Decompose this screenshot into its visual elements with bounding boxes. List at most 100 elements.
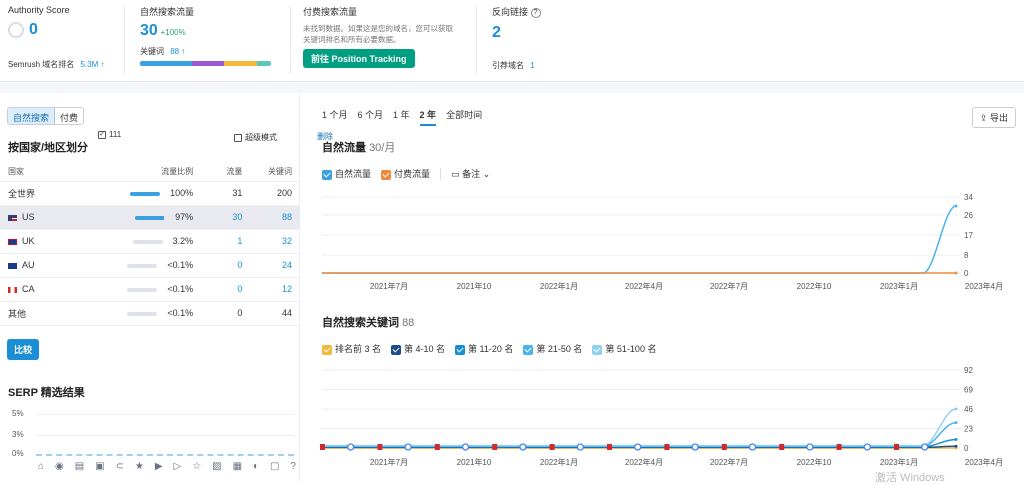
table-header: 国家 流量比例 流量 关键词 xyxy=(0,163,300,182)
note-flag-icon xyxy=(320,444,325,450)
row-traffic[interactable]: 30 xyxy=(193,205,243,230)
legend-organic[interactable]: 自然流量 xyxy=(322,167,371,180)
knowledge-panel-icon[interactable]: ⌂ xyxy=(38,461,44,472)
video-carousel-icon[interactable]: ▷ xyxy=(174,461,182,472)
x-tick-label: 2021年7月 xyxy=(370,281,408,291)
tab-2-years[interactable]: 2 年 xyxy=(419,108,437,126)
jobs-icon[interactable]: ▦ xyxy=(233,461,242,472)
row-share: <0.1% xyxy=(167,260,194,270)
notes-dropdown[interactable]: ▭ 备注 ⌄ xyxy=(451,167,490,180)
checkbox-111[interactable]: ✓ 111 xyxy=(98,130,121,139)
semrush-rank-value[interactable]: 5.3M xyxy=(80,60,98,69)
x-tick-label: 2023年4月 xyxy=(965,281,1003,291)
super-mode-toggle[interactable]: 超级模式 xyxy=(234,132,277,143)
y-tick-label: 46 xyxy=(964,405,973,414)
keyword-distribution-bar xyxy=(140,61,271,66)
featured-video-icon[interactable]: ☆ xyxy=(192,461,201,472)
sitelinks-icon[interactable]: ⊂ xyxy=(116,461,124,472)
table-row[interactable]: US 97% 30 88 xyxy=(0,205,300,230)
keywords-value[interactable]: 88 xyxy=(170,47,179,56)
left-panel: 自然搜索 付费 ✓ 111 按国家/地区划分 超级模式 国家 流量比例 流量 关键… xyxy=(0,93,300,482)
country-table: 国家 流量比例 流量 关键词 全世界 100% 31 200 US 97% 30… xyxy=(0,163,300,326)
col-traffic[interactable]: 流量 xyxy=(193,163,243,182)
tab-paid[interactable]: 付费 xyxy=(55,108,83,124)
row-country: US xyxy=(22,212,35,222)
table-row[interactable]: 全世界 100% 31 200 xyxy=(0,181,300,206)
tab-1-month[interactable]: 1 个月 xyxy=(322,108,348,126)
row-traffic[interactable]: 0 xyxy=(193,253,243,278)
referring-domains-value[interactable]: 1 xyxy=(530,61,534,70)
row-keywords[interactable]: 88 xyxy=(242,205,300,230)
legend-paid-label: 付费流量 xyxy=(394,169,431,179)
legend-21-50[interactable]: 第 21-50 名 xyxy=(523,342,582,355)
row-keywords[interactable]: 12 xyxy=(242,277,300,302)
row-traffic[interactable]: 0 xyxy=(193,277,243,302)
col-keywords[interactable]: 关键词 xyxy=(242,163,300,182)
table-row[interactable]: CA <0.1% 0 12 xyxy=(0,277,300,302)
info-icon[interactable]: ? xyxy=(530,7,541,18)
x-tick-label: 2021年10 xyxy=(457,281,492,291)
row-country: 其他 xyxy=(0,301,113,326)
tab-1-year[interactable]: 1 年 xyxy=(393,108,410,126)
data-point xyxy=(954,444,958,448)
checkbox-icon xyxy=(523,344,534,355)
google-update-icon xyxy=(806,443,814,451)
local-pack-icon[interactable]: ◉ xyxy=(55,461,64,472)
table-row[interactable]: UK 3.2% 1 32 xyxy=(0,229,300,254)
note-flag-icon xyxy=(836,444,842,450)
legend-paid[interactable]: 付费流量 xyxy=(381,167,430,180)
share-bar xyxy=(127,287,158,292)
row-country: UK xyxy=(22,236,35,246)
col-share[interactable]: 流量比例 xyxy=(113,163,194,182)
legend-4-10[interactable]: 第 4-10 名 xyxy=(391,342,445,355)
google-update-icon xyxy=(691,443,699,451)
x-tick-label: 2021年10 xyxy=(457,457,492,467)
checkbox-icon xyxy=(322,169,332,180)
backlinks-value[interactable]: 2 xyxy=(492,24,632,42)
note-flag-icon xyxy=(779,444,785,450)
checkbox-icon xyxy=(322,344,332,355)
legend-11-20[interactable]: 第 11-20 名 xyxy=(455,342,513,355)
row-keywords[interactable]: 24 xyxy=(242,253,300,278)
video-icon[interactable]: ▶ xyxy=(155,461,163,472)
serp-title: SERP 精选结果 xyxy=(8,387,85,399)
faq-icon[interactable]: ? xyxy=(290,461,296,472)
data-point xyxy=(954,204,958,208)
traffic-chart-title: 自然流量 30/月 xyxy=(322,139,395,155)
carousel-icon[interactable]: ▢ xyxy=(270,461,279,472)
legend-51-100[interactable]: 第 51-100 名 xyxy=(592,342,656,355)
featured-snippet-icon[interactable]: ▤ xyxy=(75,461,84,472)
paid-note-line1: 未找到数据。如果这是您的域名，您可以获取 xyxy=(303,24,453,33)
image-pack-icon[interactable]: ▨ xyxy=(212,461,221,472)
row-keywords[interactable]: 32 xyxy=(242,229,300,254)
keywords-label: 关键词 xyxy=(140,47,164,56)
compare-button[interactable]: 比较 xyxy=(7,339,40,360)
note-flag-icon xyxy=(377,444,383,450)
share-bar xyxy=(130,191,161,196)
row-keywords: 200 xyxy=(242,181,300,206)
top-stories-icon[interactable]: ▣ xyxy=(95,461,104,472)
x-tick-label: 2022年10 xyxy=(797,281,832,291)
tab-6-months[interactable]: 6 个月 xyxy=(358,108,384,126)
tab-organic[interactable]: 自然搜索 xyxy=(8,108,56,124)
organic-traffic-card: 自然搜索流量 30 +100% 关键词 88 ↑ xyxy=(140,5,290,75)
row-traffic[interactable]: 1 xyxy=(193,229,243,254)
reviews-icon[interactable]: ★ xyxy=(135,461,144,472)
y-tick-label: 92 xyxy=(964,366,973,375)
play-icon[interactable]: ◐ xyxy=(253,461,259,472)
note-flag-icon xyxy=(492,444,498,450)
col-country[interactable]: 国家 xyxy=(0,163,113,182)
position-tracking-button[interactable]: 前往 Position Tracking xyxy=(303,49,415,68)
x-tick-label: 2023年4月 xyxy=(965,457,1003,467)
tab-all-time[interactable]: 全部时间 xyxy=(446,108,482,126)
checkbox-icon xyxy=(381,169,392,180)
notes-label: 备注 xyxy=(462,169,481,179)
table-row[interactable]: AU <0.1% 0 24 xyxy=(0,253,300,278)
legend-top3[interactable]: 排名前 3 名 xyxy=(322,342,381,355)
table-row[interactable]: 其他 <0.1% 0 44 xyxy=(0,301,300,326)
row-country: AU xyxy=(22,260,35,270)
traffic-sub: 30/月 xyxy=(369,142,396,154)
export-button[interactable]: ⇪ 导出 xyxy=(971,107,1016,128)
organic-traffic-value[interactable]: 30 xyxy=(140,22,158,39)
keywords-legend: 排名前 3 名 第 4-10 名 第 11-20 名 第 21-50 名 第 5… xyxy=(322,342,656,355)
